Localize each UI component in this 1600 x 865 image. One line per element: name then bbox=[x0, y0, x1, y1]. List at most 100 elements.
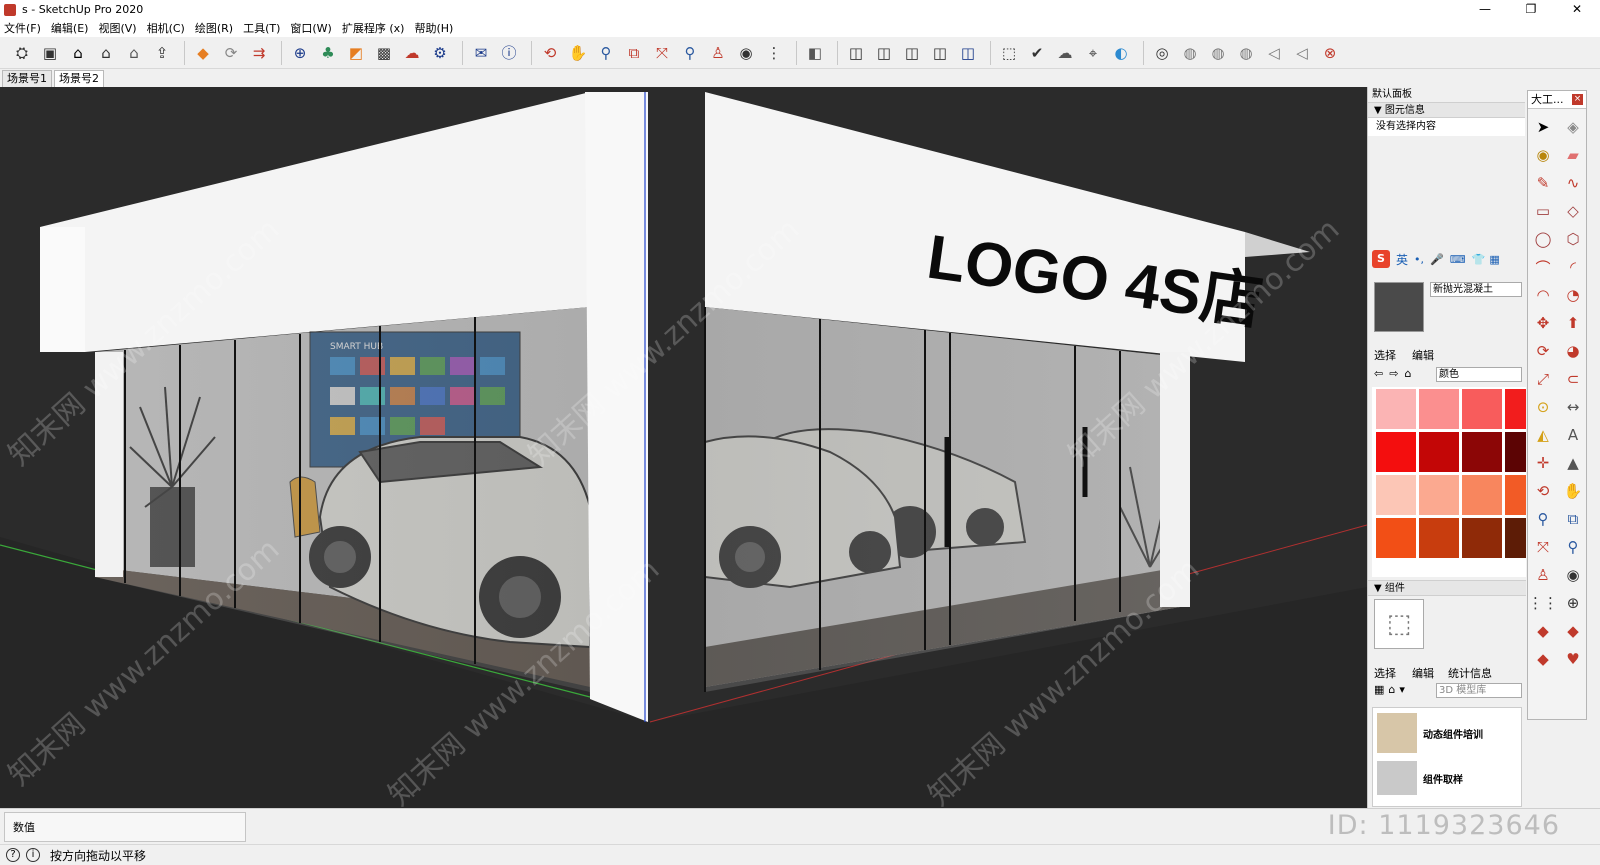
scene-c-icon[interactable]: ◍ bbox=[1234, 41, 1258, 65]
tape-measure-icon[interactable]: ⊙ bbox=[1530, 393, 1556, 421]
orbit-icon[interactable]: ⟲ bbox=[538, 41, 562, 65]
zoom-extents-icon[interactable]: ⤧ bbox=[650, 41, 674, 65]
solid-subtract-icon[interactable]: ◆ bbox=[1560, 617, 1586, 645]
solid-union-icon[interactable]: ◆ bbox=[1530, 617, 1556, 645]
home-icon[interactable]: ⌂ bbox=[66, 41, 90, 65]
menu-tools[interactable]: 工具(T) bbox=[243, 20, 280, 36]
dropdown-icon[interactable]: ▾ bbox=[1399, 683, 1405, 696]
color-swatch[interactable] bbox=[1419, 432, 1459, 472]
color-swatch[interactable] bbox=[1376, 389, 1416, 429]
color-swatch[interactable] bbox=[1376, 475, 1416, 515]
arc-icon[interactable]: ⌒ bbox=[1530, 253, 1556, 281]
color-swatch[interactable] bbox=[1462, 389, 1502, 429]
menu-help[interactable]: 帮助(H) bbox=[414, 20, 453, 36]
credits-info-icon[interactable]: i bbox=[26, 848, 40, 862]
layers-icon[interactable]: ◩ bbox=[344, 41, 368, 65]
components-search-input[interactable]: 3D 模型库 bbox=[1436, 683, 1522, 698]
section-plane-icon[interactable]: ◧ bbox=[803, 41, 827, 65]
scene-e-icon[interactable]: ◁ bbox=[1290, 41, 1314, 65]
walk-icon[interactable]: ⋮ bbox=[762, 41, 786, 65]
zoom-icon[interactable]: ⚲ bbox=[1530, 505, 1556, 533]
cloud-share-icon[interactable]: ☁ bbox=[1053, 41, 1077, 65]
section-plane-icon[interactable]: ⊕ bbox=[1560, 589, 1586, 617]
forward-icon[interactable]: ⇨ bbox=[1389, 367, 1398, 380]
add-icon[interactable]: ⊕ bbox=[288, 41, 312, 65]
arc-2-icon[interactable]: ◜ bbox=[1560, 253, 1586, 281]
pan-icon[interactable]: ✋ bbox=[566, 41, 590, 65]
close-scene-icon[interactable]: ⊗ bbox=[1318, 41, 1342, 65]
measurements-label[interactable]: 数值 bbox=[4, 812, 246, 842]
protractor-icon[interactable]: ◭ bbox=[1530, 421, 1556, 449]
color-swatch[interactable] bbox=[1505, 432, 1526, 472]
material-name-field[interactable]: 新抛光混凝土 bbox=[1430, 282, 1522, 297]
scene-a-icon[interactable]: ◍ bbox=[1178, 41, 1202, 65]
ime-lang[interactable]: 英 bbox=[1396, 251, 1408, 268]
solid-split-icon[interactable]: ♥ bbox=[1560, 645, 1586, 673]
scene-d-icon[interactable]: ◁ bbox=[1262, 41, 1286, 65]
camera-icon[interactable]: ◎ bbox=[1150, 41, 1174, 65]
menu-window[interactable]: 窗口(W) bbox=[290, 20, 331, 36]
back-icon[interactable]: ⇦ bbox=[1374, 367, 1383, 380]
solid-trim-icon[interactable]: ◆ bbox=[1530, 645, 1556, 673]
rectangle-icon[interactable]: ▭ bbox=[1530, 197, 1556, 225]
material-preview[interactable] bbox=[1374, 282, 1424, 332]
punct-icon[interactable]: •, bbox=[1414, 253, 1424, 266]
component-icon[interactable]: ▣ bbox=[38, 41, 62, 65]
scene-tab-1[interactable]: 场景号1 bbox=[2, 70, 52, 87]
position-camera-icon[interactable]: ♙ bbox=[1530, 561, 1556, 589]
color-swatch[interactable] bbox=[1462, 475, 1502, 515]
settings-icon[interactable]: ⚙ bbox=[428, 41, 452, 65]
cloud-up-icon[interactable]: ☁ bbox=[400, 41, 424, 65]
iso-view-icon[interactable]: ◫ bbox=[844, 41, 868, 65]
material-category-select[interactable]: 颜色 bbox=[1436, 367, 1522, 382]
color-swatch[interactable] bbox=[1505, 518, 1526, 558]
grid-icon[interactable]: ▦ bbox=[1489, 253, 1499, 266]
front-view-icon[interactable]: ◫ bbox=[900, 41, 924, 65]
mic-icon[interactable]: 🎤 bbox=[1430, 253, 1444, 266]
geo-location-icon[interactable]: ? bbox=[6, 848, 20, 862]
menu-file[interactable]: 文件(F) bbox=[4, 20, 41, 36]
right-view-icon[interactable]: ◫ bbox=[928, 41, 952, 65]
share-icon[interactable]: ⇪ bbox=[150, 41, 174, 65]
home-icon[interactable]: ⌂ bbox=[1404, 367, 1411, 380]
add-location-icon[interactable]: ⌖ bbox=[1081, 41, 1105, 65]
circle-icon[interactable]: ◯ bbox=[1530, 225, 1556, 253]
component-item[interactable]: 动态组件培训 bbox=[1373, 708, 1521, 758]
cube-icon[interactable]: ⬚ bbox=[997, 41, 1021, 65]
sogou-ime-icon[interactable]: S bbox=[1372, 250, 1390, 268]
zoom-window-icon[interactable]: ⧉ bbox=[1560, 505, 1586, 533]
color-swatch[interactable] bbox=[1376, 432, 1416, 472]
tree-icon[interactable]: ♣ bbox=[316, 41, 340, 65]
zoom-window-icon[interactable]: ⧉ bbox=[622, 41, 646, 65]
paint-bucket-icon[interactable]: ◉ bbox=[1530, 141, 1556, 169]
component-item[interactable]: 组件取样 bbox=[1373, 758, 1521, 798]
back-view-icon[interactable]: ◫ bbox=[956, 41, 980, 65]
maximize-button[interactable]: ❐ bbox=[1508, 0, 1554, 19]
tool-palette-header[interactable]: 大工... × bbox=[1528, 91, 1586, 109]
color-swatch[interactable] bbox=[1419, 389, 1459, 429]
pan-icon[interactable]: ✋ bbox=[1560, 477, 1586, 505]
keyboard-icon[interactable]: ⌨ bbox=[1450, 253, 1466, 266]
colorize-icon[interactable]: ◐ bbox=[1109, 41, 1133, 65]
warehouse-icon[interactable]: ⌂ bbox=[94, 41, 118, 65]
3d-text-icon[interactable]: ▲ bbox=[1560, 449, 1586, 477]
color-swatch[interactable] bbox=[1462, 432, 1502, 472]
material-tab-select[interactable]: 选择 bbox=[1374, 347, 1396, 363]
menu-extensions[interactable]: 扩展程序 (x) bbox=[342, 20, 405, 36]
extension-icon[interactable]: ◆ bbox=[191, 41, 215, 65]
polygon-icon[interactable]: ⬡ bbox=[1560, 225, 1586, 253]
orbit-icon[interactable]: ⟲ bbox=[1530, 477, 1556, 505]
components-header[interactable]: ▼ 组件 bbox=[1368, 580, 1526, 596]
checker-icon[interactable]: ▩ bbox=[372, 41, 396, 65]
walk-icon[interactable]: ⋮⋮ bbox=[1528, 589, 1558, 617]
zoom-icon[interactable]: ⚲ bbox=[594, 41, 618, 65]
top-view-icon[interactable]: ◫ bbox=[872, 41, 896, 65]
select-icon[interactable]: ➤ bbox=[1530, 113, 1556, 141]
zoom-previous-icon[interactable]: ⚲ bbox=[678, 41, 702, 65]
dimension-icon[interactable]: ↔ bbox=[1560, 393, 1586, 421]
modeling-viewport[interactable]: SMART HUB LOGO 4S店 知末网 www.znzmo.com 知末网… bbox=[0, 87, 1367, 808]
freehand-icon[interactable]: ∿ bbox=[1560, 169, 1586, 197]
color-swatch[interactable] bbox=[1505, 475, 1526, 515]
color-swatch[interactable] bbox=[1505, 389, 1526, 429]
close-window-button[interactable]: ✕ bbox=[1554, 0, 1600, 19]
